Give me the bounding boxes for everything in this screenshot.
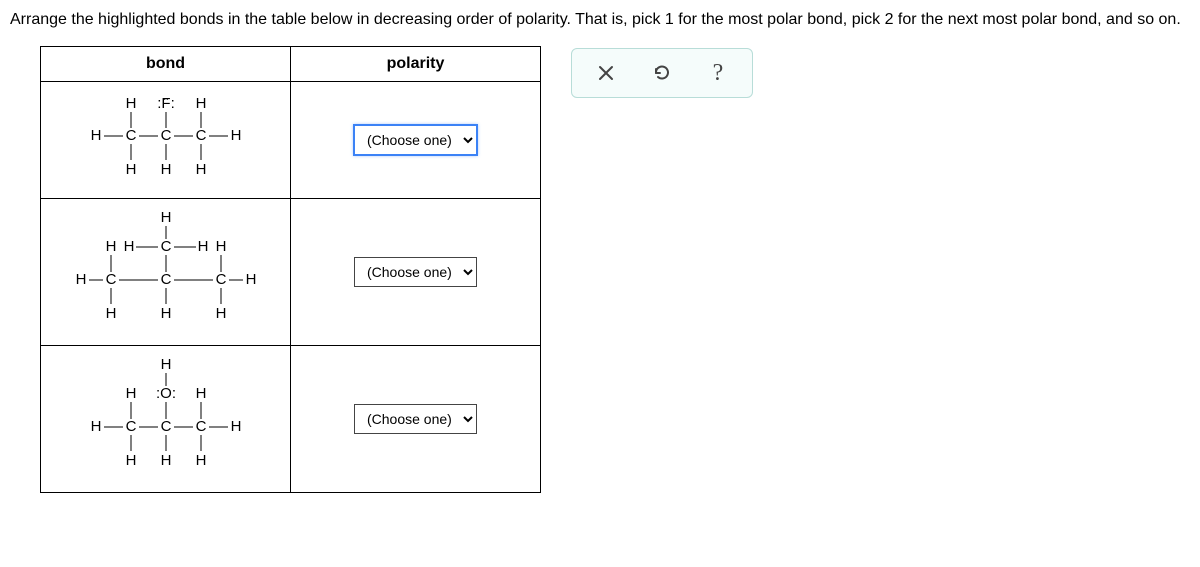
svg-text:H: H [245, 271, 256, 288]
bond-structure-3: H H :O: H H [41, 346, 291, 493]
toolbar: ? [571, 48, 753, 98]
polarity-cell-2: (Choose one) [291, 199, 541, 346]
svg-text:H: H [105, 305, 116, 322]
svg-text:H: H [215, 305, 226, 322]
svg-text:H: H [195, 452, 206, 469]
svg-text:H: H [125, 385, 136, 402]
svg-text:H: H [195, 95, 206, 112]
close-icon [597, 64, 615, 82]
reset-button[interactable] [634, 54, 690, 92]
svg-text:H: H [160, 305, 171, 322]
svg-text:C: C [195, 127, 206, 144]
content-row: bond polarity H :F: .. H [10, 46, 1190, 493]
svg-text:H: H [125, 161, 136, 178]
close-button[interactable] [578, 54, 634, 92]
header-bond: bond [41, 47, 291, 82]
reset-icon [652, 63, 672, 83]
svg-text:H: H [230, 127, 241, 144]
instructions-text: Arrange the highlighted bonds in the tab… [10, 8, 1190, 32]
table-row: H :F: .. H H C [41, 82, 541, 199]
svg-text:C: C [160, 238, 171, 255]
svg-text:C: C [125, 418, 136, 435]
help-button[interactable]: ? [690, 54, 746, 92]
svg-text:H: H [195, 385, 206, 402]
svg-text:H: H [90, 127, 101, 144]
svg-text:..: .. [163, 92, 168, 102]
svg-text:C: C [160, 127, 171, 144]
svg-text:H: H [123, 238, 134, 255]
svg-text:H: H [90, 418, 101, 435]
table-row: H H :O: H H [41, 346, 541, 493]
polarity-cell-1: (Choose one) [291, 82, 541, 199]
svg-text:H: H [125, 452, 136, 469]
svg-text:H: H [197, 238, 208, 255]
svg-text:H: H [195, 161, 206, 178]
polarity-table: bond polarity H :F: .. H [40, 46, 541, 493]
svg-text:C: C [215, 271, 226, 288]
polarity-select-2[interactable]: (Choose one) [354, 257, 477, 287]
svg-text:H: H [160, 161, 171, 178]
table-row: H H H C H H [41, 199, 541, 346]
svg-text:H: H [160, 209, 171, 226]
bond-structure-2: H H H C H H [41, 199, 291, 346]
svg-text:C: C [160, 418, 171, 435]
svg-text:C: C [105, 271, 116, 288]
svg-text:C: C [195, 418, 206, 435]
svg-text::O:: :O: [155, 385, 175, 402]
header-polarity: polarity [291, 47, 541, 82]
bond-structure-1: H :F: .. H H C [41, 82, 291, 199]
svg-text:H: H [215, 238, 226, 255]
svg-text:H: H [160, 356, 171, 373]
polarity-select-3[interactable]: (Choose one) [354, 404, 477, 434]
svg-text:C: C [160, 271, 171, 288]
svg-text:H: H [125, 95, 136, 112]
svg-text:H: H [230, 418, 241, 435]
svg-text:H: H [105, 238, 116, 255]
polarity-cell-3: (Choose one) [291, 346, 541, 493]
polarity-select-1[interactable]: (Choose one) [353, 124, 478, 156]
svg-text:H: H [160, 452, 171, 469]
help-icon: ? [713, 60, 724, 87]
svg-text:H: H [75, 271, 86, 288]
svg-text:C: C [125, 127, 136, 144]
